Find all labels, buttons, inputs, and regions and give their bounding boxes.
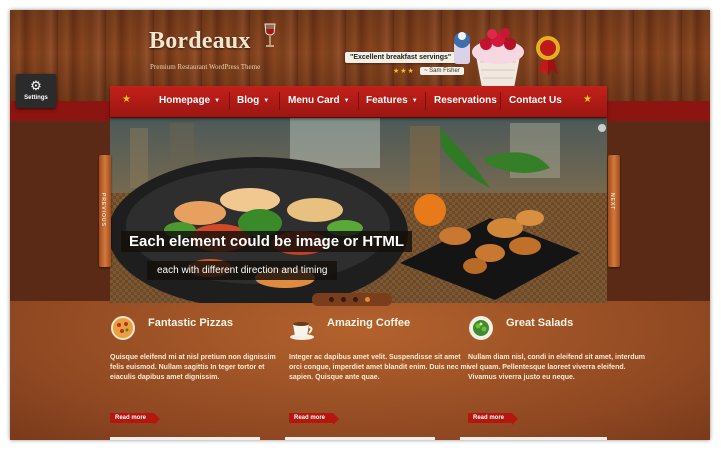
- screenshot-frame: Bordeaux Premium Restaurant WordPress Th…: [10, 10, 710, 440]
- nav-item-menu-card[interactable]: Menu Card ▼: [288, 95, 350, 106]
- read-more-button[interactable]: Read more: [289, 413, 340, 425]
- read-more-button[interactable]: Read more: [110, 413, 161, 425]
- coffee-icon: [290, 322, 314, 340]
- caret-down-icon: ▼: [263, 98, 270, 104]
- slider-pagination: [312, 293, 392, 306]
- slider-prev-button[interactable]: PREVIOUS: [99, 155, 111, 267]
- nav-separator: [358, 92, 359, 110]
- wine-glass-icon: [264, 23, 276, 47]
- pizza-icon: [111, 316, 135, 340]
- site-tagline: Premium Restaurant WordPress Theme: [150, 63, 261, 71]
- feature-text: Nullam diam nisl, condi in eleifend sit …: [468, 354, 645, 381]
- slider-dot[interactable]: [329, 297, 334, 302]
- site-logo[interactable]: Bordeaux: [149, 28, 251, 55]
- settings-label: Settings: [24, 95, 48, 101]
- slider-caption-main: Each element could be image or HTML: [121, 231, 413, 252]
- nav-separator: [500, 92, 501, 110]
- star-icon: ★: [122, 94, 131, 105]
- feature-title: Great Salads: [506, 317, 574, 329]
- bottom-panel-edge: [460, 437, 607, 440]
- feature-text: Quisque eleifend mi at nisl pretium non …: [110, 354, 276, 381]
- bottom-panel-edge: [285, 437, 435, 440]
- feature-text: Integer ac dapibus amet velit. Suspendis…: [289, 354, 469, 381]
- star-icon: ★: [583, 94, 592, 105]
- settings-button[interactable]: ⚙ Settings: [16, 74, 56, 108]
- caret-down-icon: ▼: [214, 98, 221, 104]
- read-more-button[interactable]: Read more: [468, 413, 519, 425]
- main-navigation: ★ Homepage ▼ Blog ▼ Menu Card ▼ Features ▼ R…: [110, 86, 607, 117]
- cupcake-badge-image: [454, 28, 560, 88]
- caret-down-icon: ▼: [411, 98, 418, 104]
- nav-separator: [425, 92, 426, 110]
- bottom-panel-edge: [110, 437, 260, 440]
- nav-item-features[interactable]: Features ▼: [366, 95, 418, 106]
- slider-next-button[interactable]: NEXT: [608, 155, 620, 267]
- caret-down-icon: ▼: [343, 98, 350, 104]
- nav-separator: [279, 92, 280, 110]
- nav-separator: [229, 92, 230, 110]
- testimonial-quote: "Excellent breakfast servings": [345, 52, 457, 63]
- feature-title: Fantastic Pizzas: [148, 317, 233, 329]
- slider-dot[interactable]: [353, 297, 358, 302]
- gear-icon: ⚙: [30, 78, 42, 93]
- slider-dot-active[interactable]: [365, 297, 370, 302]
- nav-item-reservations[interactable]: Reservations: [434, 95, 497, 106]
- feature-title: Amazing Coffee: [327, 317, 411, 329]
- slider-dot[interactable]: [341, 297, 346, 302]
- nav-item-homepage[interactable]: Homepage ▼: [159, 95, 220, 106]
- nav-item-contact-us[interactable]: Contact Us: [509, 95, 562, 106]
- rating-stars: ★★★: [393, 68, 415, 75]
- salad-icon: [469, 316, 493, 340]
- nav-item-blog[interactable]: Blog ▼: [237, 95, 269, 106]
- slider-caption-sub: each with different direction and timing: [147, 261, 338, 280]
